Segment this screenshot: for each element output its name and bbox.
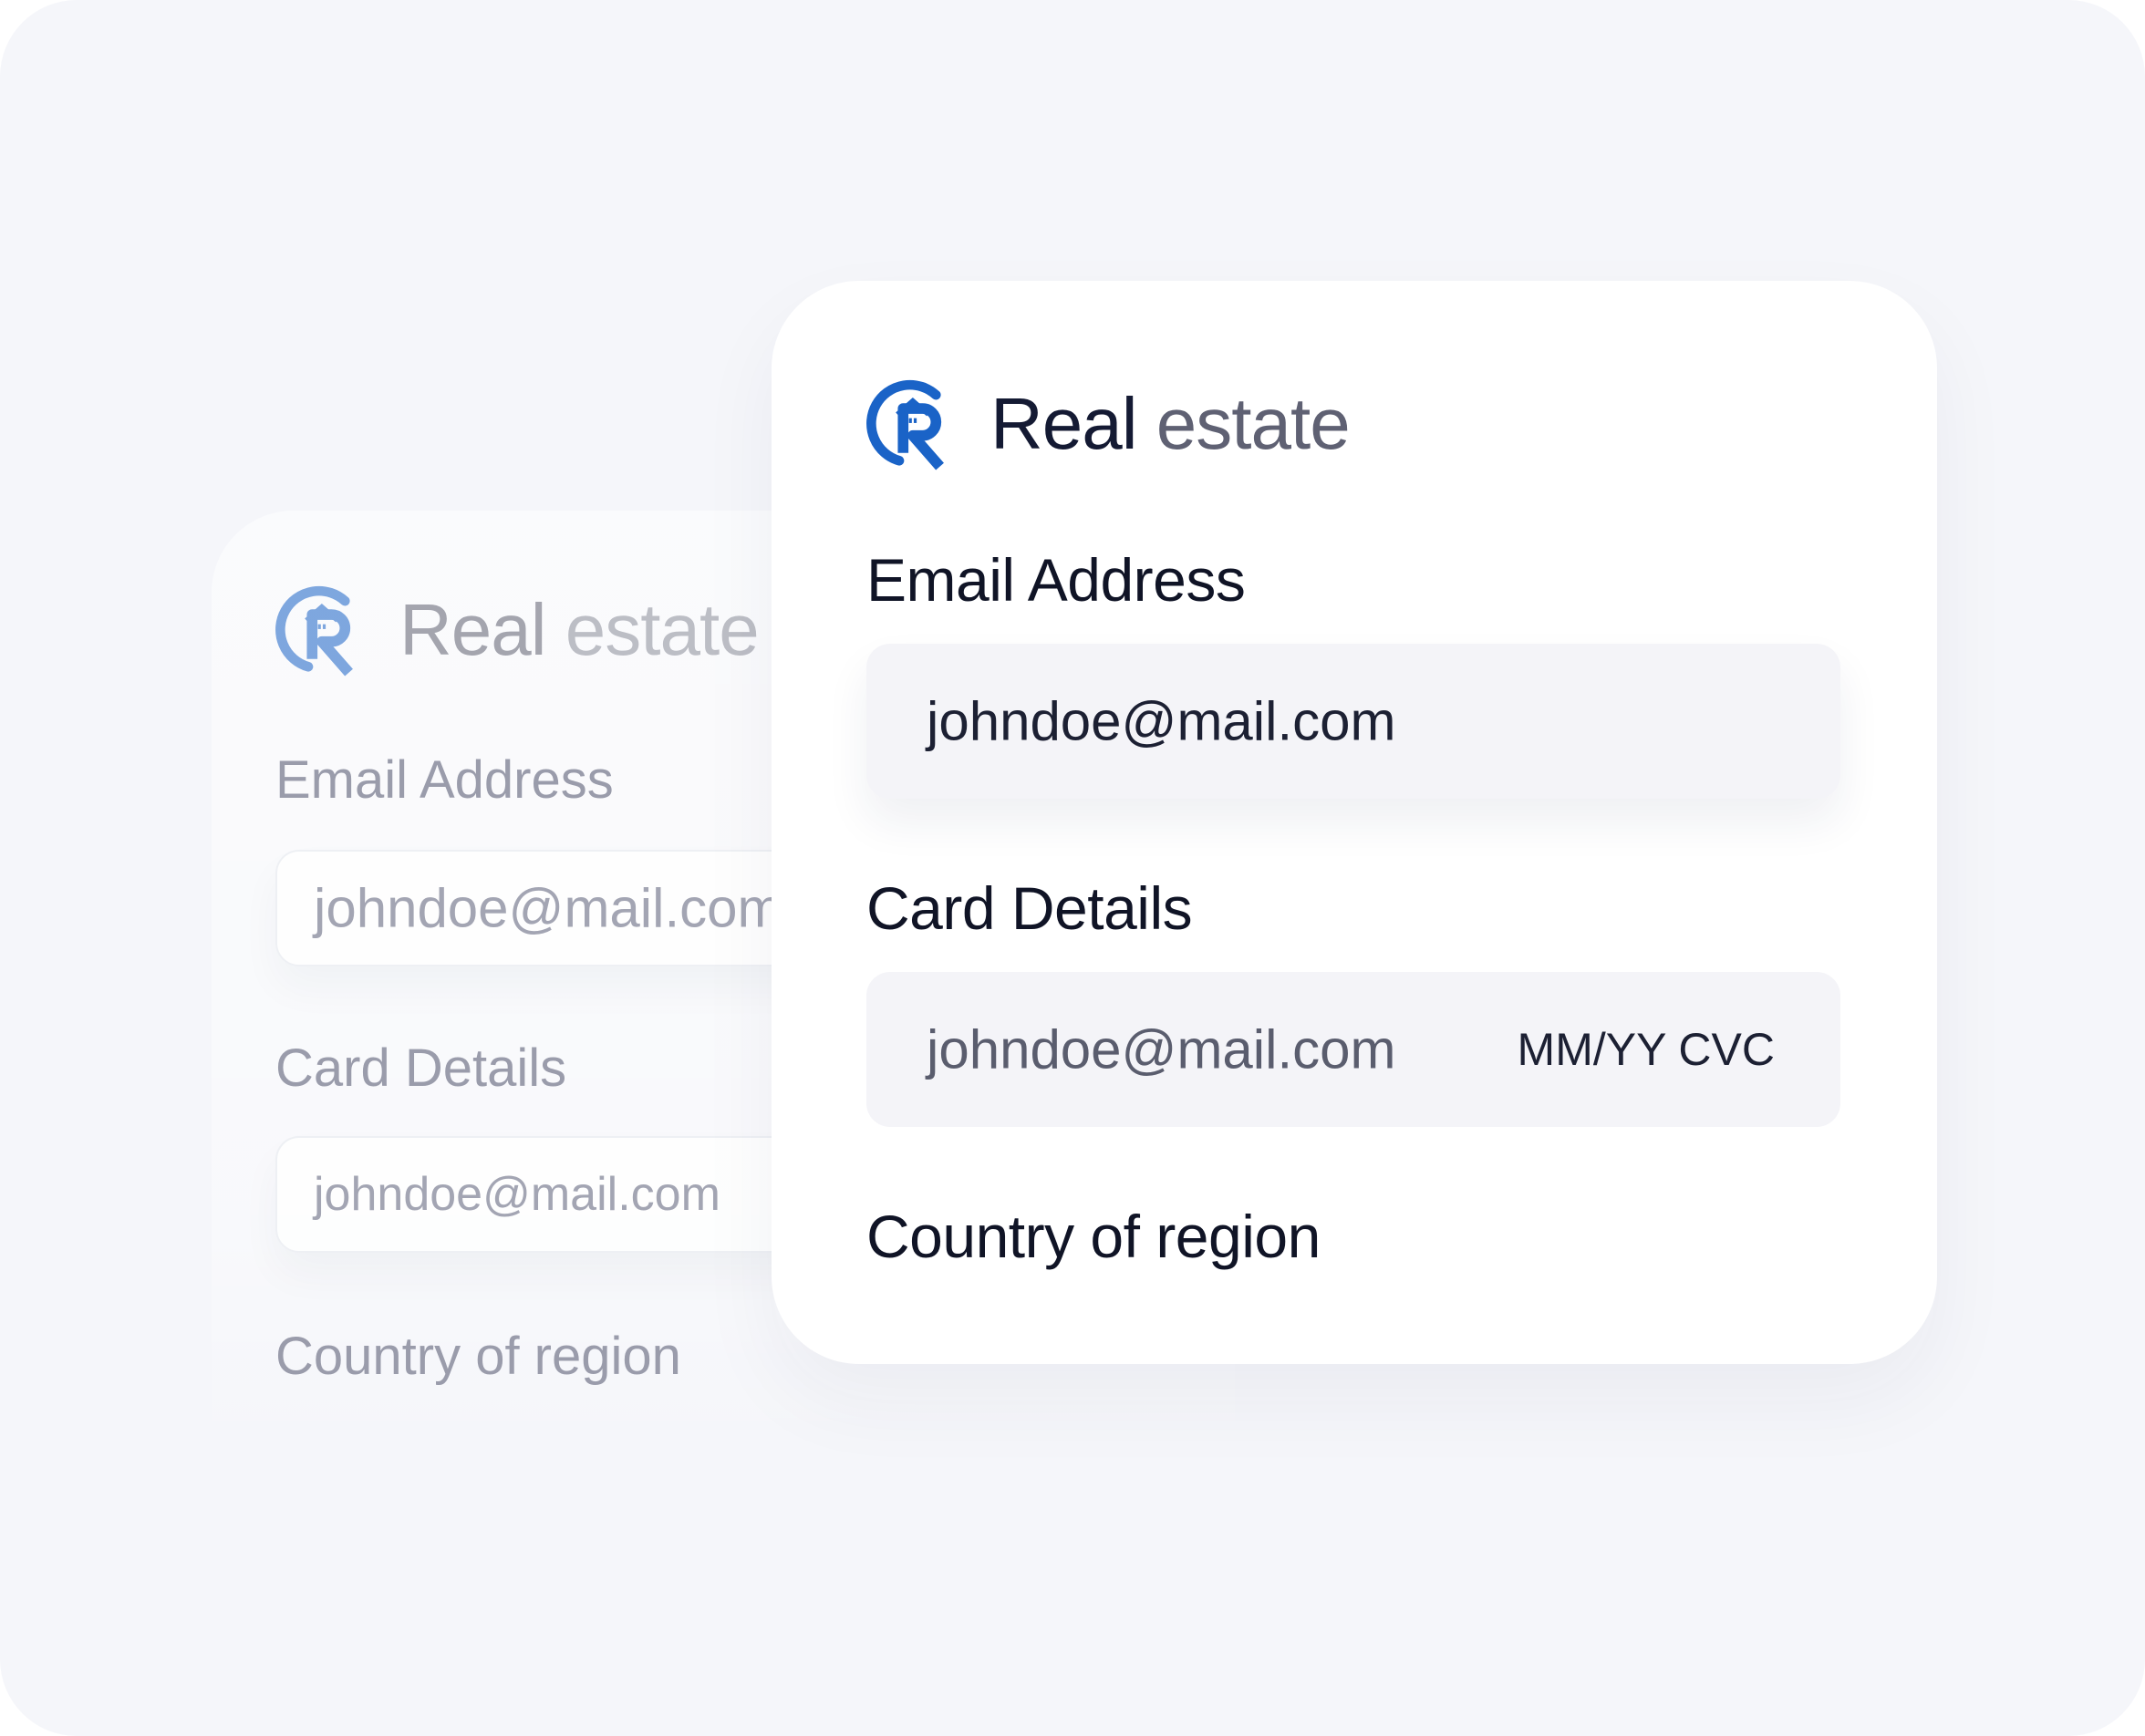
card-details-label: Card Details [866,874,1193,942]
brand: Real estate [866,376,1351,472]
payment-form-card: Real estate Email Address johndoe@mail.c… [772,281,1937,1364]
card-expiry-cvc[interactable]: MM/YY CVC [1518,1023,1775,1076]
brand-name: Real estate [990,383,1351,464]
background-brand: Real estate [275,582,760,678]
real-estate-logo-icon [275,585,353,677]
background-country-label: Country of region [275,1327,681,1386]
country-label: Country of region [866,1203,1321,1270]
background-card-label: Card Details [275,1038,567,1098]
background-email-value: johndoe@mail.com [314,877,783,939]
background-brand-name: Real estate [399,589,760,670]
card-details-field[interactable]: johndoe@mail.com MM/YY CVC [866,972,1840,1127]
email-label: Email Address [866,546,1246,614]
real-estate-logo-icon [866,379,944,470]
background-email-label: Email Address [275,750,614,810]
email-field[interactable]: johndoe@mail.com [866,644,1840,799]
card-number-value: johndoe@mail.com [927,1018,1396,1080]
background-card-value: johndoe@mail.com [314,1168,720,1221]
page-background: Real estate Email Address johndoe@mail.c… [0,0,2145,1736]
email-value: johndoe@mail.com [927,690,1396,752]
